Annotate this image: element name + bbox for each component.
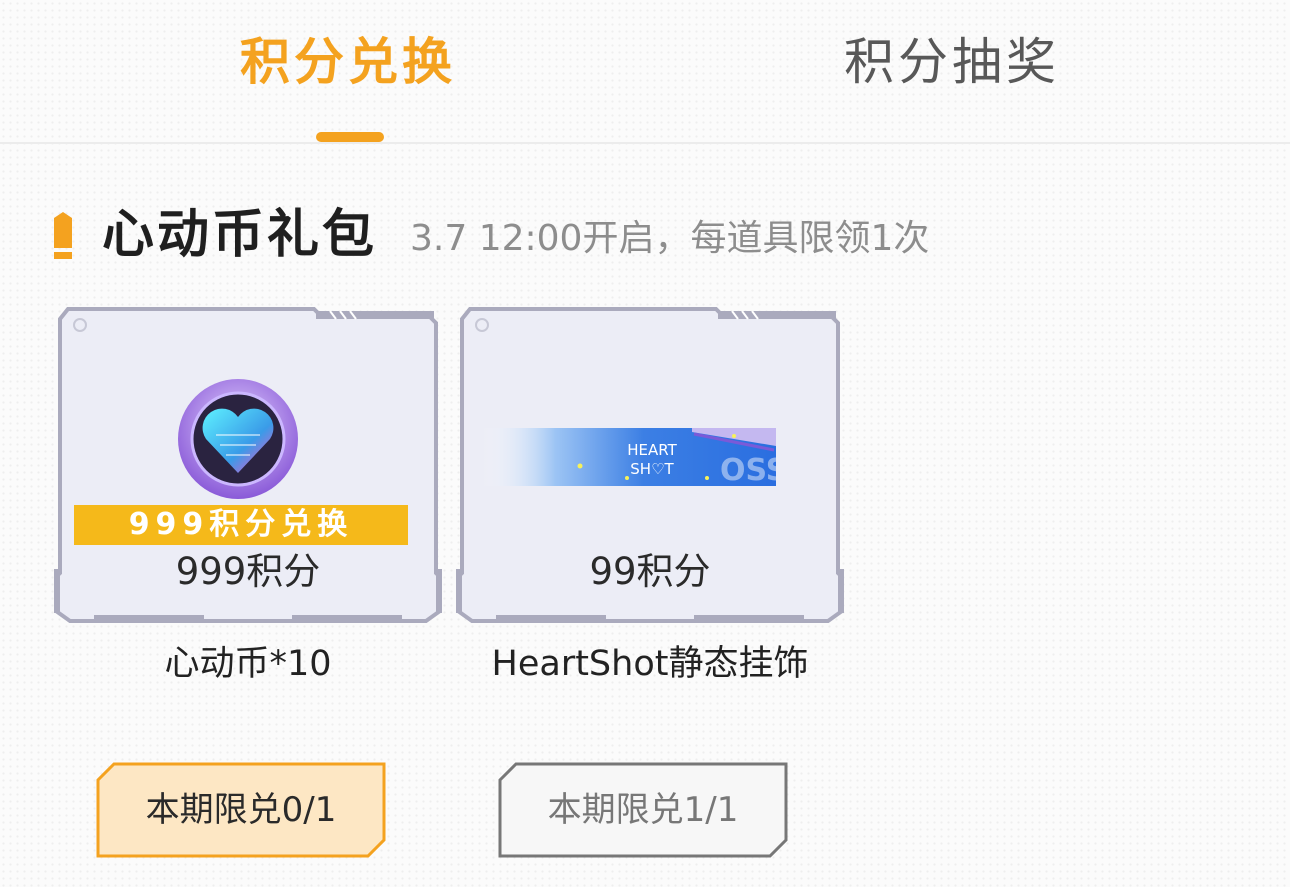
redeem-limit-button-exhausted[interactable]: 本期限兑1/1 [498,762,788,858]
section-marker-icon [54,212,72,259]
tab-bar: 积分兑换 积分抽奖 [0,0,1290,144]
tab-points-exchange[interactable]: 积分兑换 [240,30,456,94]
heartshot-banner-image: OSSF HEART SH♡T [482,428,776,486]
section-title: 心动币礼包 [102,205,378,265]
item-price: 99积分 [589,550,711,593]
item-name: HeartShot静态挂饰 [491,644,809,684]
banner-text-shot: SH♡T [630,460,674,478]
svg-text:OSSF: OSSF [720,453,776,486]
redeem-limit-button-available[interactable]: 本期限兑0/1 [96,762,386,858]
limit-label: 本期限兑1/1 [547,790,739,830]
limit-label: 本期限兑0/1 [145,790,337,830]
tab-points-lottery[interactable]: 积分抽奖 [844,30,1060,94]
exchange-ribbon: 999积分兑换 [74,505,408,545]
active-tab-indicator [316,132,384,142]
banner-text-heart: HEART [627,441,677,459]
item-name: 心动币*10 [164,644,332,684]
item-price: 999积分 [175,550,321,593]
heart-coin-icon [178,379,298,499]
section-note: 3.7 12:00开启，每道具限领1次 [410,218,930,259]
